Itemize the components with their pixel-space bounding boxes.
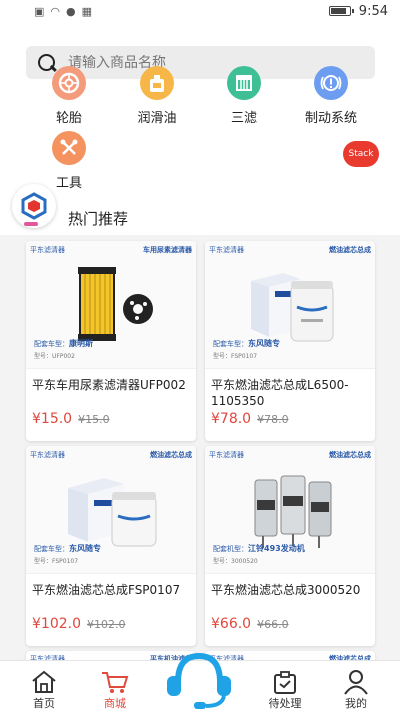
product-price: ¥15.0	[32, 411, 73, 427]
hot-section-header: 热门推荐	[0, 182, 400, 232]
image-type: 燃油滤芯总成	[329, 246, 371, 254]
profile-icon	[344, 670, 368, 695]
model-text: 型号：FSP0107	[34, 558, 79, 565]
home-icon	[32, 670, 56, 693]
product-image: 平东滤清器 燃油滤芯总成 配套车型：东风随专型号：FSP0107	[26, 446, 196, 574]
product-old-price: ¥15.0	[78, 413, 110, 426]
category-label: 制动系统	[304, 111, 357, 126]
nav-pending[interactable]: 待处理	[255, 661, 315, 711]
image-brand: 平东滤清器	[30, 451, 65, 459]
product-image: 平东滤清器 燃油滤芯总成 配套车型：东风随专型号：FSP0107	[205, 241, 375, 369]
image-type: 燃油滤芯总成	[329, 451, 371, 459]
cart-icon	[102, 672, 129, 693]
product-price: ¥66.0	[211, 616, 252, 632]
filter-icon	[227, 66, 261, 100]
product-name: 平东燃油滤芯总成3000520	[211, 583, 361, 597]
category-lubricant[interactable]: 润滑油	[122, 66, 192, 126]
tools-icon	[52, 131, 86, 165]
image-brand: 平东滤清器	[209, 451, 244, 459]
stack-button[interactable]: Stack	[343, 141, 379, 167]
nav-profile[interactable]: 我的	[326, 661, 386, 711]
headset-icon	[167, 652, 231, 709]
product-image: 平东滤清器 车用尿素滤清器 配套车型：康明斯型号：UFP002	[26, 241, 196, 369]
product-old-price: ¥66.0	[257, 618, 289, 631]
sim-icon: ▣	[34, 4, 45, 18]
category-label: 轮胎	[55, 111, 82, 126]
hot-section-accent	[24, 222, 38, 226]
product-card[interactable]: 平东滤清器 燃油滤芯总成 配套车型：东风随专型号：FSP0107 平东燃油滤芯总成…	[205, 241, 375, 441]
model-text: 型号：3000520	[213, 558, 258, 565]
image-type: 车用尿素滤清器	[143, 246, 192, 254]
product-price: ¥78.0	[211, 411, 252, 427]
category-label: 三滤	[230, 111, 257, 126]
product-card[interactable]: 平东滤清器 车用尿素滤清器 配套车型：康明斯型号：UFP002 平东车用尿素滤清器…	[26, 241, 196, 441]
nav-label: 待处理	[268, 697, 302, 710]
brake-warning-icon	[314, 66, 348, 100]
product-old-price: ¥102.0	[87, 618, 126, 631]
nav-label: 我的	[345, 697, 367, 710]
browser-icon: ●	[66, 4, 76, 18]
fit-value: 东风随专	[248, 339, 280, 348]
product-name: 平东车用尿素滤清器UFP002	[32, 378, 186, 392]
product-name: 平东燃油滤芯总成FSP0107	[32, 583, 181, 597]
fit-value: 江铃493发动机	[248, 544, 305, 553]
image-type: 燃油滤芯总成	[150, 451, 192, 459]
fit-label: 配套车型：	[213, 340, 248, 348]
product-old-price: ¥78.0	[257, 413, 289, 426]
image-brand: 平东滤清器	[209, 246, 244, 254]
image-brand: 平东滤清器	[30, 246, 65, 254]
model-text: 型号：FSP0107	[213, 353, 258, 360]
fit-label: 配套车型：	[34, 340, 69, 348]
status-bar: ▣ ◠ ● ▦ 9:54	[0, 0, 400, 22]
product-card[interactable]: 平东滤清器 燃油滤芯总成 配套车型：东风随专型号：FSP0107 平东燃油滤芯总成…	[26, 446, 196, 646]
nav-mall[interactable]: 商城	[85, 661, 145, 711]
customer-service-button[interactable]	[164, 650, 234, 710]
product-image: 平东滤清器 燃油滤芯总成 配套机型：江铃493发动机型号：3000520	[205, 446, 375, 574]
product-card[interactable]: 平东滤清器 燃油滤芯总成 配套机型：江铃493发动机型号：3000520 平东燃油…	[205, 446, 375, 646]
oil-bottle-icon	[140, 66, 174, 100]
fit-label: 配套车型：	[34, 545, 69, 553]
nav-home[interactable]: 首页	[14, 661, 74, 711]
category-label: 润滑油	[137, 111, 177, 126]
status-time: 9:54	[358, 3, 388, 19]
nav-label: 首页	[33, 697, 55, 710]
category-tire[interactable]: 轮胎	[34, 66, 104, 126]
model-text: 型号：UFP002	[34, 353, 75, 360]
tire-icon	[52, 66, 86, 100]
fit-label: 配套机型：	[213, 545, 248, 553]
category-filter[interactable]: 三滤	[209, 66, 279, 126]
fit-value: 东风随专	[69, 544, 101, 553]
battery-icon	[328, 6, 354, 16]
app-notification-icon: ▦	[81, 4, 93, 18]
wifi-icon: ◠	[50, 4, 61, 18]
category-brake-system[interactable]: 制动系统	[296, 66, 366, 126]
product-price: ¥102.0	[32, 616, 81, 632]
fit-value: 康明斯	[69, 339, 93, 348]
product-name: 平东燃油滤芯总成L6500-1105350	[211, 378, 349, 408]
nav-label: 商城	[104, 697, 126, 710]
pending-task-icon	[274, 671, 296, 694]
hot-section-title: 热门推荐	[68, 210, 129, 228]
